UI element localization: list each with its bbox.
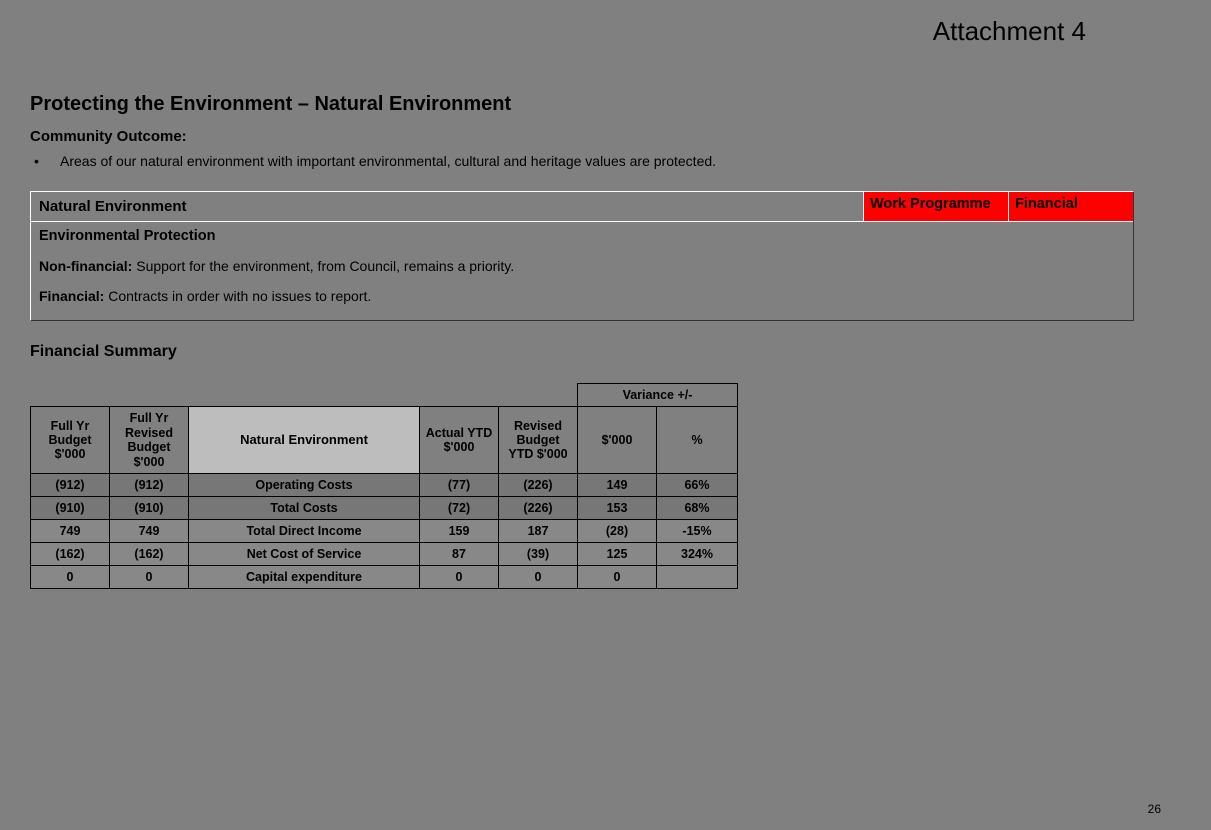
hdr-name: Natural Environment	[189, 407, 420, 474]
table-cell: Operating Costs	[189, 473, 420, 496]
page: Attachment 4 Protecting the Environment …	[0, 0, 1211, 830]
table-cell: 0	[110, 565, 189, 588]
table-cell: (912)	[31, 473, 110, 496]
status-header: Natural Environment Work Programme Finan…	[31, 192, 1133, 221]
table-cell: Net Cost of Service	[189, 542, 420, 565]
table-cell: 749	[110, 519, 189, 542]
work-programme-badge: Work Programme	[863, 192, 1008, 221]
status-category: Natural Environment	[31, 192, 863, 221]
table-cell: 324%	[657, 542, 738, 565]
nonfinancial-label: Non-financial:	[39, 258, 132, 274]
table-cell: 149	[578, 473, 657, 496]
table-cell: 153	[578, 496, 657, 519]
hdr-full-yr-budget: Full Yr Budget $'000	[31, 407, 110, 474]
table-cell: -15%	[657, 519, 738, 542]
financial-summary-heading: Financial Summary	[30, 343, 1181, 361]
table-row: (162)(162)Net Cost of Service87(39)12532…	[31, 542, 738, 565]
table-cell: 187	[499, 519, 578, 542]
table-row: (912)(912)Operating Costs(77)(226)14966%	[31, 473, 738, 496]
table-cell: (226)	[499, 496, 578, 519]
table-row: 749749Total Direct Income159187(28)-15%	[31, 519, 738, 542]
variance-header: Variance +/-	[578, 384, 738, 407]
table-cell: 0	[499, 565, 578, 588]
table-cell: 749	[31, 519, 110, 542]
table-cell: 66%	[657, 473, 738, 496]
table-cell: 0	[31, 565, 110, 588]
outcome-text: Areas of our natural environment with im…	[60, 153, 716, 169]
financial-summary-table: Variance +/- Full Yr Budget $'000 Full Y…	[30, 383, 738, 589]
table-cell: (162)	[31, 542, 110, 565]
table-cell: (162)	[110, 542, 189, 565]
hdr-full-yr-rev-budget: Full Yr Revised Budget $'000	[110, 407, 189, 474]
status-body: Environmental Protection Non-financial: …	[31, 221, 1133, 320]
table-cell: 87	[420, 542, 499, 565]
table-cell	[657, 565, 738, 588]
table-cell: Capital expenditure	[189, 565, 420, 588]
status-box: Natural Environment Work Programme Finan…	[30, 191, 1134, 321]
table-cell: (912)	[110, 473, 189, 496]
table-row: (910)(910)Total Costs(72)(226)15368%	[31, 496, 738, 519]
table-cell: Total Costs	[189, 496, 420, 519]
table-cell: 68%	[657, 496, 738, 519]
table-header-row-2: Full Yr Budget $'000 Full Yr Revised Bud…	[31, 407, 738, 474]
table-cell: (28)	[578, 519, 657, 542]
table-cell: Total Direct Income	[189, 519, 420, 542]
status-subhead: Environmental Protection	[39, 228, 1125, 244]
financial-label: Financial:	[39, 288, 104, 304]
table-row: 00Capital expenditure000	[31, 565, 738, 588]
table-cell: (226)	[499, 473, 578, 496]
table-cell: 125	[578, 542, 657, 565]
hdr-var-amount: $'000	[578, 407, 657, 474]
attachment-label: Attachment 4	[30, 12, 1181, 47]
page-number: 26	[1148, 802, 1161, 816]
page-title: Protecting the Environment – Natural Env…	[30, 93, 1181, 116]
hdr-actual-ytd: Actual YTD $'000	[420, 407, 499, 474]
table-cell: (910)	[31, 496, 110, 519]
nonfinancial-line: Non-financial: Support for the environme…	[39, 258, 1125, 274]
hdr-revised-ytd: Revised Budget YTD $'000	[499, 407, 578, 474]
table-cell: 159	[420, 519, 499, 542]
hdr-var-pct: %	[657, 407, 738, 474]
outcome-bullet: • Areas of our natural environment with …	[30, 153, 1181, 169]
financial-badge: Financial	[1008, 192, 1133, 221]
community-outcome-label: Community Outcome:	[30, 128, 1181, 145]
nonfinancial-text: Support for the environment, from Counci…	[132, 258, 514, 274]
table-cell: (910)	[110, 496, 189, 519]
table-cell: 0	[578, 565, 657, 588]
table-cell: (72)	[420, 496, 499, 519]
table-cell: (39)	[499, 542, 578, 565]
table-header-row-1: Variance +/-	[31, 384, 738, 407]
financial-text: Contracts in order with no issues to rep…	[104, 288, 371, 304]
table-cell: 0	[420, 565, 499, 588]
bullet-icon: •	[30, 153, 60, 169]
table-cell: (77)	[420, 473, 499, 496]
financial-line: Financial: Contracts in order with no is…	[39, 288, 1125, 304]
